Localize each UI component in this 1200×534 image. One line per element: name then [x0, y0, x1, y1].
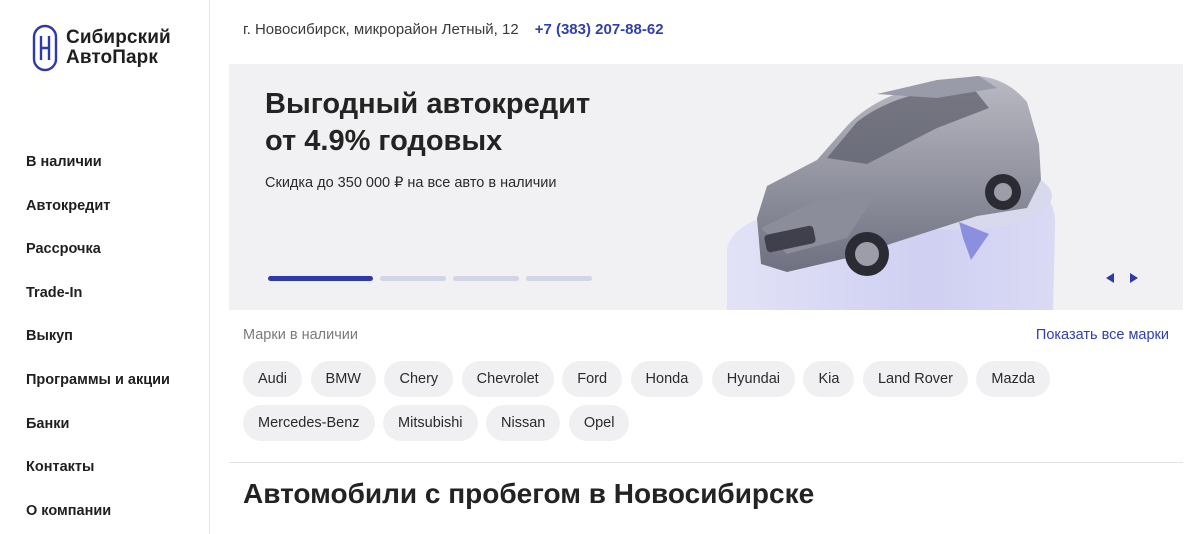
nav-item-trade-in[interactable]: Trade-In — [26, 281, 170, 325]
banner-title: Выгодный автокредит от 4.9% годовых — [265, 86, 590, 160]
brand-chip-chevrolet[interactable]: Chevrolet — [461, 361, 554, 397]
nav-item-contacts[interactable]: Контакты — [26, 455, 170, 499]
brand-chip-bmw[interactable]: BMW — [310, 361, 376, 397]
logo-icon — [32, 24, 58, 72]
arrow-right-icon — [1130, 273, 1138, 283]
logo-text: Сибирский АвтоПарк — [66, 28, 171, 68]
brand-chip-honda[interactable]: Honda — [630, 361, 704, 397]
brands-header: Марки в наличии Показать все марки — [243, 327, 1169, 343]
banner-title-line-2: от 4.9% годовых — [265, 125, 503, 157]
nav-item-about[interactable]: О компании — [26, 499, 170, 534]
nav-item-promotions[interactable]: Программы и акции — [26, 368, 170, 412]
logo-line-2: АвтоПарк — [66, 47, 158, 68]
slider-pagination — [268, 276, 599, 281]
next-slide-button[interactable] — [1127, 271, 1141, 285]
nav-item-buyout[interactable]: Выкуп — [26, 324, 170, 368]
brand-chips: Audi BMW Chery Chevrolet Ford Honda Hyun… — [243, 361, 1183, 449]
slider-arrows — [1103, 271, 1151, 285]
logo-line-1: Сибирский — [66, 27, 171, 48]
phone-link[interactable]: +7 (383) 207-88-62 — [535, 21, 664, 38]
nav-item-installment[interactable]: Рассрочка — [26, 237, 170, 281]
nav-item-in-stock[interactable]: В наличии — [26, 150, 170, 194]
nav-item-banks[interactable]: Банки — [26, 412, 170, 456]
slider-dot-2[interactable] — [380, 276, 446, 281]
logo[interactable]: Сибирский АвтоПарк — [32, 24, 171, 72]
brand-chip-land-rover[interactable]: Land Rover — [862, 361, 968, 397]
section-divider — [229, 462, 1183, 463]
header-bar: г. Новосибирск, микрорайон Летный, 12 +7… — [243, 21, 664, 38]
brand-chip-opel[interactable]: Opel — [568, 405, 630, 441]
brand-chip-ford[interactable]: Ford — [562, 361, 623, 397]
brand-chip-audi[interactable]: Audi — [243, 361, 303, 397]
section-title: Автомобили с пробегом в Новосибирске — [243, 478, 815, 509]
brand-chip-mercedes-benz[interactable]: Mercedes-Benz — [243, 405, 375, 441]
slider-dot-1[interactable] — [268, 276, 373, 281]
banner-title-line-1: Выгодный автокредит — [265, 88, 591, 120]
brand-chip-nissan[interactable]: Nissan — [486, 405, 561, 441]
brand-chip-kia[interactable]: Kia — [803, 361, 855, 397]
arrow-left-icon — [1106, 273, 1114, 283]
slider-dot-4[interactable] — [526, 276, 592, 281]
brand-chip-hyundai[interactable]: Hyundai — [711, 361, 795, 397]
main-nav: В наличии Автокредит Рассрочка Trade-In … — [26, 150, 170, 534]
banner-subtitle: Скидка до 350 000 ₽ на все авто в наличи… — [265, 175, 557, 191]
brand-chip-mazda[interactable]: Mazda — [976, 361, 1050, 397]
car-image — [727, 76, 1056, 310]
nav-item-car-loan[interactable]: Автокредит — [26, 194, 170, 238]
slider-dot-3[interactable] — [453, 276, 519, 281]
address-text: г. Новосибирск, микрорайон Летный, 12 — [243, 21, 519, 38]
show-all-brands-link[interactable]: Показать все марки — [1036, 327, 1169, 343]
sidebar: Сибирский АвтоПарк В наличии Автокредит … — [0, 0, 210, 534]
promo-banner[interactable]: Выгодный автокредит от 4.9% годовых Скид… — [229, 64, 1183, 310]
brand-chip-chery[interactable]: Chery — [384, 361, 454, 397]
brand-chip-mitsubishi[interactable]: Mitsubishi — [383, 405, 478, 441]
brands-label: Марки в наличии — [243, 327, 358, 343]
prev-slide-button[interactable] — [1103, 271, 1117, 285]
